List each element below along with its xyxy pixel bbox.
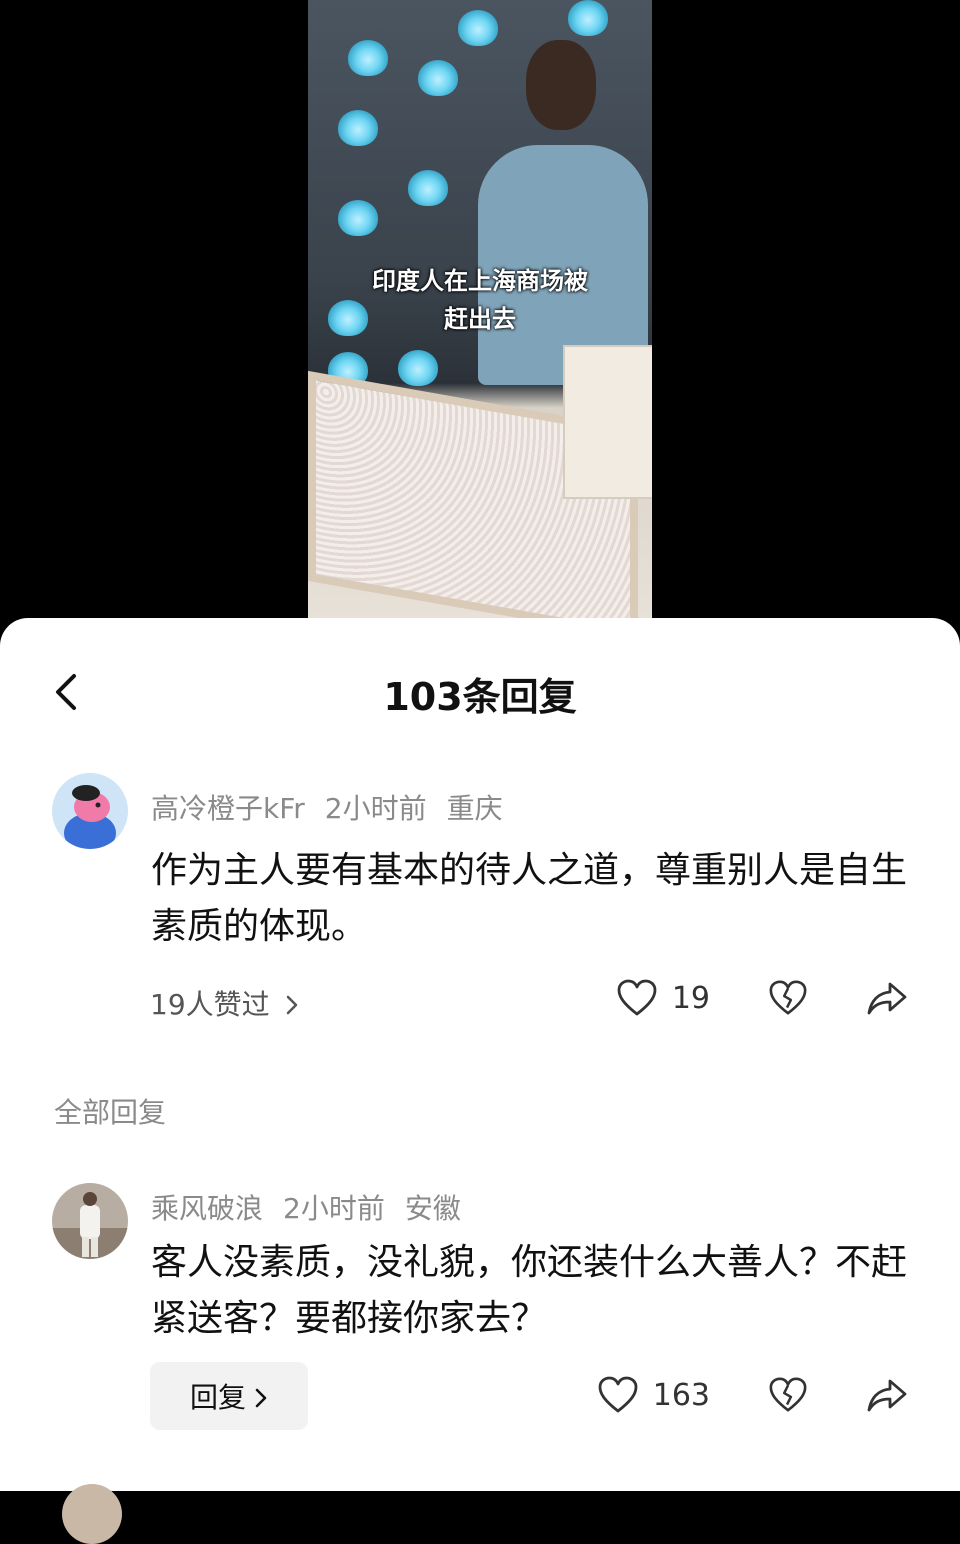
comment-actions: 163 bbox=[597, 1375, 908, 1415]
comment-text[interactable]: 客人没素质，没礼貌，你还装什么大善人？不赶紧送客？要都接你家去？ bbox=[151, 1235, 921, 1347]
video-caption: 印度人在上海商场被 赶出去 bbox=[308, 262, 652, 338]
all-replies-label: 全部回复 bbox=[54, 1096, 167, 1129]
chevron-right-icon bbox=[285, 988, 299, 1021]
decor-shell bbox=[408, 170, 448, 206]
video-frame: 印度人在上海商场被 赶出去 bbox=[308, 0, 652, 618]
decor-shell bbox=[418, 60, 458, 96]
share-icon bbox=[867, 1379, 907, 1412]
comment-meta: 高冷橙子kFr 2小时前 重庆 bbox=[151, 787, 523, 827]
video-caption-line2: 赶出去 bbox=[444, 305, 516, 333]
comment-actions: 19 bbox=[616, 978, 908, 1018]
page-title: 103条回复 bbox=[383, 675, 577, 719]
comment-meta: 乘风破浪 2小时前 安徽 bbox=[151, 1187, 481, 1227]
broken-heart-icon bbox=[769, 980, 807, 1015]
video-caption-line1: 印度人在上海商场被 bbox=[372, 267, 588, 295]
dislike-button[interactable] bbox=[768, 978, 808, 1018]
avatar[interactable] bbox=[62, 1484, 122, 1544]
comment-text[interactable]: 作为主人要有基本的待人之道，尊重别人是自生素质的体现。 bbox=[151, 843, 921, 955]
location: 重庆 bbox=[446, 792, 503, 825]
chevron-right-icon bbox=[254, 1380, 268, 1413]
heart-icon bbox=[617, 979, 657, 1016]
timestamp: 2小时前 bbox=[324, 792, 427, 825]
timestamp: 2小时前 bbox=[283, 1192, 385, 1225]
share-button[interactable] bbox=[866, 978, 908, 1018]
like-button[interactable]: 19 bbox=[616, 978, 710, 1018]
avatar-image bbox=[52, 773, 128, 849]
decor-shell bbox=[568, 0, 608, 36]
reply-button[interactable]: 回复 bbox=[150, 1362, 308, 1430]
decor-shell bbox=[348, 40, 388, 76]
decor-shell bbox=[338, 110, 378, 146]
username[interactable]: 乘风破浪 bbox=[151, 1192, 263, 1225]
like-button[interactable]: 163 bbox=[597, 1375, 710, 1415]
decor-shell bbox=[338, 200, 378, 236]
share-icon bbox=[867, 982, 907, 1015]
video-player[interactable]: 印度人在上海商场被 赶出去 bbox=[0, 0, 960, 640]
avatar[interactable] bbox=[52, 1183, 128, 1259]
liked-by-link[interactable]: 19人赞过 bbox=[150, 983, 299, 1023]
broken-heart-icon bbox=[769, 1377, 807, 1412]
avatar-image bbox=[52, 1183, 128, 1259]
replies-sheet: 103条回复 高冷橙子kFr 2小时前 重庆 作为主人要有基本的待人之道，尊重别人是… bbox=[0, 618, 960, 1544]
reply-button-label: 回复 bbox=[189, 1381, 246, 1414]
share-button[interactable] bbox=[866, 1375, 908, 1415]
avatar[interactable] bbox=[52, 773, 128, 849]
heart-icon bbox=[598, 1376, 638, 1413]
like-count: 163 bbox=[652, 1377, 710, 1413]
white-box bbox=[563, 345, 652, 499]
dislike-button[interactable] bbox=[768, 1375, 808, 1415]
decor-shell bbox=[398, 350, 438, 386]
liked-by-label: 19人赞过 bbox=[150, 988, 270, 1021]
like-count: 19 bbox=[671, 980, 710, 1016]
location: 安徽 bbox=[404, 1192, 461, 1225]
username[interactable]: 高冷橙子kFr bbox=[151, 792, 305, 825]
